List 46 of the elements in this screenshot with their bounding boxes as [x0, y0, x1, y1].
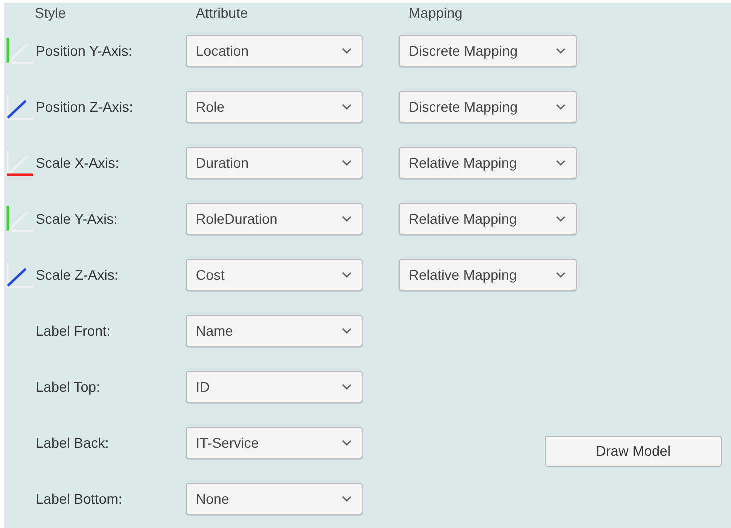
axis-icon	[4, 92, 36, 122]
chevron-down-icon	[341, 271, 353, 279]
chevron-down-icon	[555, 103, 567, 111]
draw-model-button[interactable]: Draw Model	[545, 436, 722, 466]
row-label: Position Z-Axis:	[36, 98, 134, 116]
dropdown[interactable]: Location	[186, 35, 363, 67]
chevron-down-icon	[555, 215, 567, 223]
row-label: Scale X-Axis:	[36, 154, 120, 172]
column-header: Mapping	[409, 4, 463, 23]
row-label: Label Back:	[36, 434, 110, 452]
dropdown[interactable]: Name	[186, 315, 363, 347]
dropdown[interactable]: Discrete Mapping	[399, 91, 577, 123]
dropdown[interactable]: None	[186, 483, 363, 515]
chevron-down-icon	[341, 439, 353, 447]
column-header: Style	[35, 4, 68, 23]
dropdown[interactable]: RoleDuration	[186, 203, 363, 235]
dropdown[interactable]: IT-Service	[186, 427, 363, 459]
dropdown[interactable]: Relative Mapping	[399, 147, 577, 179]
chevron-down-icon	[555, 47, 567, 55]
dropdown[interactable]: Discrete Mapping	[399, 35, 577, 67]
chevron-down-icon	[555, 271, 567, 279]
axis-icon	[4, 148, 36, 178]
dropdown[interactable]: Cost	[186, 259, 363, 291]
chevron-down-icon	[341, 47, 353, 55]
axis-icon	[4, 260, 36, 290]
dropdown[interactable]: Duration	[186, 147, 363, 179]
chevron-down-icon	[341, 159, 353, 167]
chevron-down-icon	[341, 327, 353, 335]
dropdown[interactable]: Relative Mapping	[399, 203, 577, 235]
axis-icon	[4, 36, 36, 66]
row-label: Label Bottom:	[36, 490, 122, 508]
axis-icon	[4, 204, 36, 234]
column-header: Attribute	[196, 4, 250, 22]
chevron-down-icon	[341, 383, 353, 391]
chevron-down-icon	[341, 103, 353, 111]
row-label: Scale Y-Axis:	[36, 210, 118, 228]
dropdown[interactable]: ID	[186, 371, 363, 403]
row-label: Position Y-Axis:	[36, 42, 132, 60]
dropdown[interactable]: Relative Mapping	[399, 259, 577, 291]
chevron-down-icon	[341, 215, 353, 223]
dropdown[interactable]: Role	[186, 91, 363, 123]
row-label: Label Front:	[36, 322, 111, 340]
chevron-down-icon	[341, 495, 353, 503]
row-label: Scale Z-Axis:	[36, 266, 118, 284]
chevron-down-icon	[555, 159, 567, 167]
row-label: Label Top:	[36, 378, 100, 397]
